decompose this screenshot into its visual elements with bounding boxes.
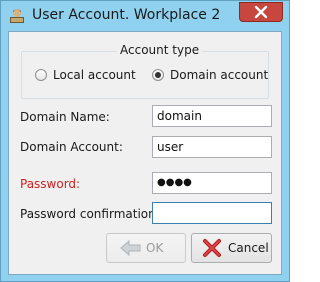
close-button[interactable]: [239, 2, 283, 22]
ok-button-label: OK: [146, 241, 164, 255]
radio-local-account[interactable]: [35, 69, 47, 81]
password-confirmation-label: Password confirmation:: [20, 207, 160, 221]
account-type-group: Account type Local account Domain accoun…: [21, 43, 269, 99]
app-user-icon: [10, 9, 24, 23]
cancel-button[interactable]: Cancel: [191, 233, 272, 263]
title-bar[interactable]: User Account. Workplace 2: [1, 1, 289, 31]
domain-name-label: Domain Name:: [20, 110, 110, 124]
radio-domain-account-label[interactable]: Domain account: [170, 68, 268, 82]
account-type-title: Account type: [117, 43, 203, 57]
close-icon: [254, 5, 268, 19]
radio-domain-account[interactable]: [152, 69, 164, 81]
arrow-left-icon: [120, 239, 141, 257]
radio-local-account-label[interactable]: Local account: [53, 68, 136, 82]
password-input[interactable]: ●●●●: [152, 172, 272, 194]
cancel-button-label: Cancel: [228, 241, 269, 255]
password-confirmation-input[interactable]: [152, 202, 272, 224]
ok-button[interactable]: OK: [106, 233, 186, 263]
dialog-window: User Account. Workplace 2 Account type L…: [0, 0, 290, 282]
red-x-icon: [203, 239, 221, 257]
password-label: Password:: [20, 177, 81, 191]
domain-name-input[interactable]: domain: [152, 105, 272, 127]
domain-account-label: Domain Account:: [20, 140, 123, 154]
window-title: User Account. Workplace 2: [32, 7, 221, 23]
dialog-client-area: Account type Local account Domain accoun…: [8, 31, 282, 275]
domain-account-input[interactable]: user: [152, 136, 272, 158]
